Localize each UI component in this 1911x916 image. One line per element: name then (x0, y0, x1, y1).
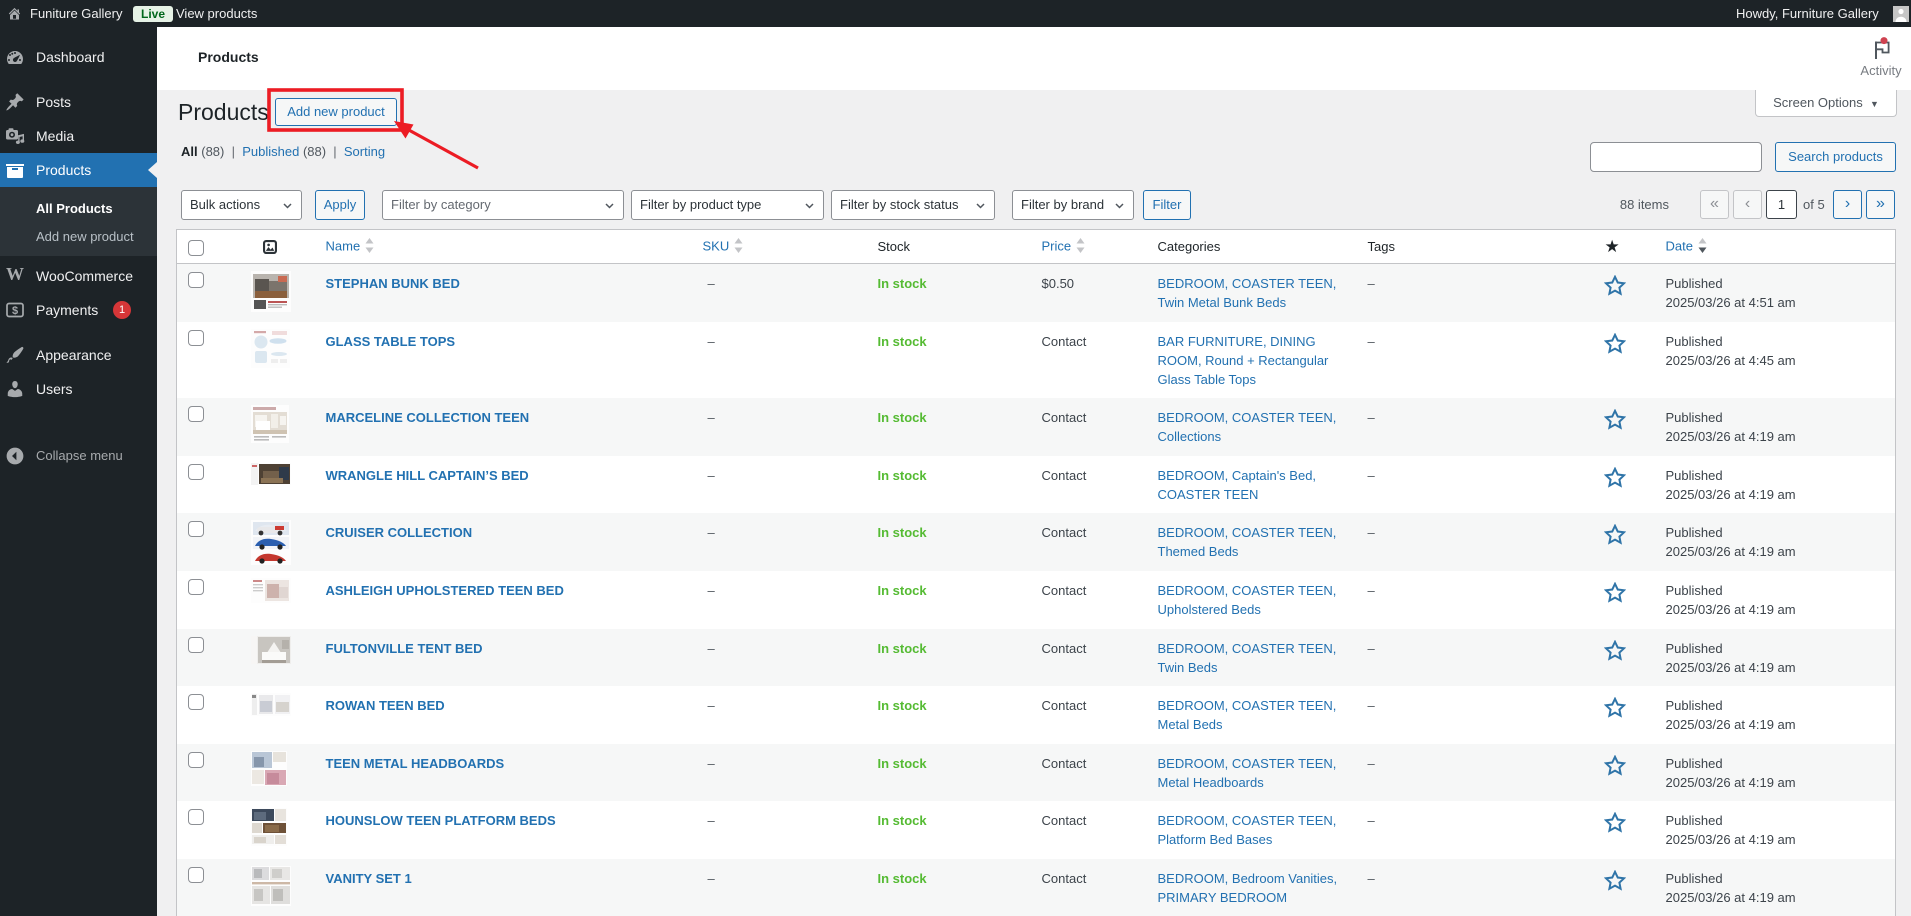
svg-text:W: W (6, 264, 24, 284)
svg-text:$: $ (12, 305, 18, 317)
